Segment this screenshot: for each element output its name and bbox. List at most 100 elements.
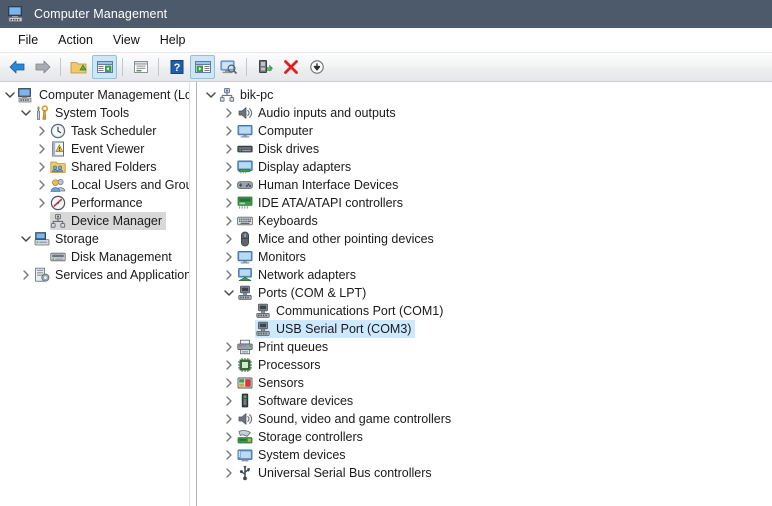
device-tree-item-row[interactable]: Storage controllers <box>197 428 772 446</box>
console-tree: Computer Management (Local System Tools Ta… <box>0 82 189 284</box>
title-bar: Computer Management <box>0 0 772 28</box>
chevron-right-icon[interactable] <box>221 410 237 428</box>
chevron-down-icon[interactable] <box>18 230 34 248</box>
menu-view[interactable]: View <box>103 30 150 50</box>
menu-file[interactable]: File <box>8 30 48 50</box>
console-tree-item-row[interactable]: Computer Management (Local <box>0 86 189 104</box>
device-tree-item-row[interactable]: IDE ATA/ATAPI controllers <box>197 194 772 212</box>
device-tree-item-row[interactable]: Sensors <box>197 374 772 392</box>
chevron-right-icon[interactable] <box>221 140 237 158</box>
device-tree-item-row[interactable]: Ports (COM & LPT) <box>197 284 772 302</box>
chevron-right-icon[interactable] <box>221 194 237 212</box>
device-tree-item-row[interactable]: Communications Port (COM1) <box>197 302 772 320</box>
console-tree-pane[interactable]: Computer Management (Local System Tools Ta… <box>0 82 190 506</box>
event-viewer-icon <box>50 141 66 157</box>
show-action-pane-button[interactable] <box>190 55 215 79</box>
chevron-right-icon[interactable] <box>221 122 237 140</box>
disk-drive-icon <box>237 141 253 157</box>
menu-action[interactable]: Action <box>48 30 103 50</box>
separator-2 <box>122 58 123 76</box>
chevron-right-icon[interactable] <box>221 428 237 446</box>
chevron-right-icon[interactable] <box>221 392 237 410</box>
chevron-down-icon[interactable] <box>221 284 237 302</box>
console-tree-item-row[interactable]: Event Viewer <box>0 140 189 158</box>
pane-splitter[interactable] <box>190 82 197 506</box>
chevron-right-icon[interactable] <box>221 212 237 230</box>
device-tree-item-row[interactable]: Software devices <box>197 392 772 410</box>
device-tree-item-label: Computer <box>258 124 313 138</box>
device-tree-item-row[interactable]: Display adapters <box>197 158 772 176</box>
chevron-right-icon[interactable] <box>221 158 237 176</box>
device-tree-item-row[interactable]: Computer <box>197 122 772 140</box>
device-tree-item-row[interactable]: Universal Serial Bus controllers <box>197 464 772 482</box>
network-adapter-icon <box>237 267 253 283</box>
console-tree-item-row[interactable]: Storage <box>0 230 189 248</box>
chevron-right-icon[interactable] <box>34 176 50 194</box>
chevron-right-icon[interactable] <box>221 104 237 122</box>
computer-management-icon <box>18 87 34 103</box>
system-tools-icon <box>34 105 50 121</box>
console-tree-item-row[interactable]: Task Scheduler <box>0 122 189 140</box>
chevron-right-icon[interactable] <box>221 464 237 482</box>
shared-folders-icon <box>50 159 66 175</box>
chevron-right-icon[interactable] <box>221 374 237 392</box>
console-tree-item-label: System Tools <box>55 106 130 120</box>
separator-4 <box>246 58 247 76</box>
console-tree-item-row[interactable]: Local Users and Groups <box>0 176 189 194</box>
computer-management-window: Computer Management File Action View Hel… <box>0 0 772 506</box>
chevron-down-icon[interactable] <box>203 86 219 104</box>
device-tree-item-row[interactable]: USB Serial Port (COM3) <box>197 320 772 338</box>
device-tree-item-row[interactable]: Print queues <box>197 338 772 356</box>
chevron-right-icon[interactable] <box>18 266 34 284</box>
console-tree-item-row[interactable]: Disk Management <box>0 248 189 266</box>
sensor-icon <box>237 375 253 391</box>
chevron-down-icon[interactable] <box>2 86 18 104</box>
disk-management-icon <box>50 249 66 265</box>
help-button[interactable]: ? <box>164 55 189 79</box>
properties-button[interactable] <box>128 55 153 79</box>
device-tree: bik-pc Audio inputs and outputs Computer Di… <box>197 82 772 482</box>
scan-hardware-changes-button[interactable] <box>252 55 277 79</box>
chevron-placeholder <box>34 212 50 230</box>
device-tree-pane[interactable]: bik-pc Audio inputs and outputs Computer Di… <box>197 82 772 506</box>
device-tree-item-row[interactable]: System devices <box>197 446 772 464</box>
menu-help[interactable]: Help <box>150 30 196 50</box>
device-tree-item-row[interactable]: Disk drives <box>197 140 772 158</box>
disable-device-button[interactable] <box>304 55 329 79</box>
device-tree-item-row[interactable]: Network adapters <box>197 266 772 284</box>
display-monitor-button[interactable] <box>216 55 241 79</box>
chevron-down-icon[interactable] <box>18 104 34 122</box>
device-tree-item-row[interactable]: Keyboards <box>197 212 772 230</box>
up-one-level-button[interactable] <box>66 55 91 79</box>
console-tree-item-row[interactable]: Services and Applications <box>0 266 189 284</box>
chevron-right-icon[interactable] <box>34 194 50 212</box>
chevron-right-icon[interactable] <box>221 176 237 194</box>
device-tree-item-row[interactable]: Monitors <box>197 248 772 266</box>
console-tree-item-row[interactable]: Device Manager <box>0 212 189 230</box>
speaker-icon <box>237 105 253 121</box>
chevron-right-icon[interactable] <box>221 230 237 248</box>
device-tree-item-row[interactable]: Processors <box>197 356 772 374</box>
uninstall-device-button[interactable] <box>278 55 303 79</box>
chevron-right-icon[interactable] <box>34 140 50 158</box>
device-tree-item-label: Communications Port (COM1) <box>276 304 444 318</box>
device-tree-item-row[interactable]: Sound, video and game controllers <box>197 410 772 428</box>
monitor-icon <box>237 249 253 265</box>
chevron-right-icon[interactable] <box>221 248 237 266</box>
chevron-right-icon[interactable] <box>221 446 237 464</box>
chevron-right-icon[interactable] <box>221 356 237 374</box>
device-tree-item-row[interactable]: Mice and other pointing devices <box>197 230 772 248</box>
chevron-right-icon[interactable] <box>221 338 237 356</box>
chevron-right-icon[interactable] <box>34 122 50 140</box>
device-tree-item-row[interactable]: Human Interface Devices <box>197 176 772 194</box>
console-tree-item-row[interactable]: Shared Folders <box>0 158 189 176</box>
content-area: Computer Management (Local System Tools Ta… <box>0 82 772 506</box>
show-hide-console-tree-button[interactable] <box>92 55 117 79</box>
console-tree-item-row[interactable]: System Tools <box>0 104 189 122</box>
chevron-right-icon[interactable] <box>34 158 50 176</box>
chevron-right-icon[interactable] <box>221 266 237 284</box>
device-tree-item-row[interactable]: bik-pc <box>197 86 772 104</box>
back-button[interactable] <box>4 55 29 79</box>
device-tree-item-row[interactable]: Audio inputs and outputs <box>197 104 772 122</box>
console-tree-item-row[interactable]: Performance <box>0 194 189 212</box>
